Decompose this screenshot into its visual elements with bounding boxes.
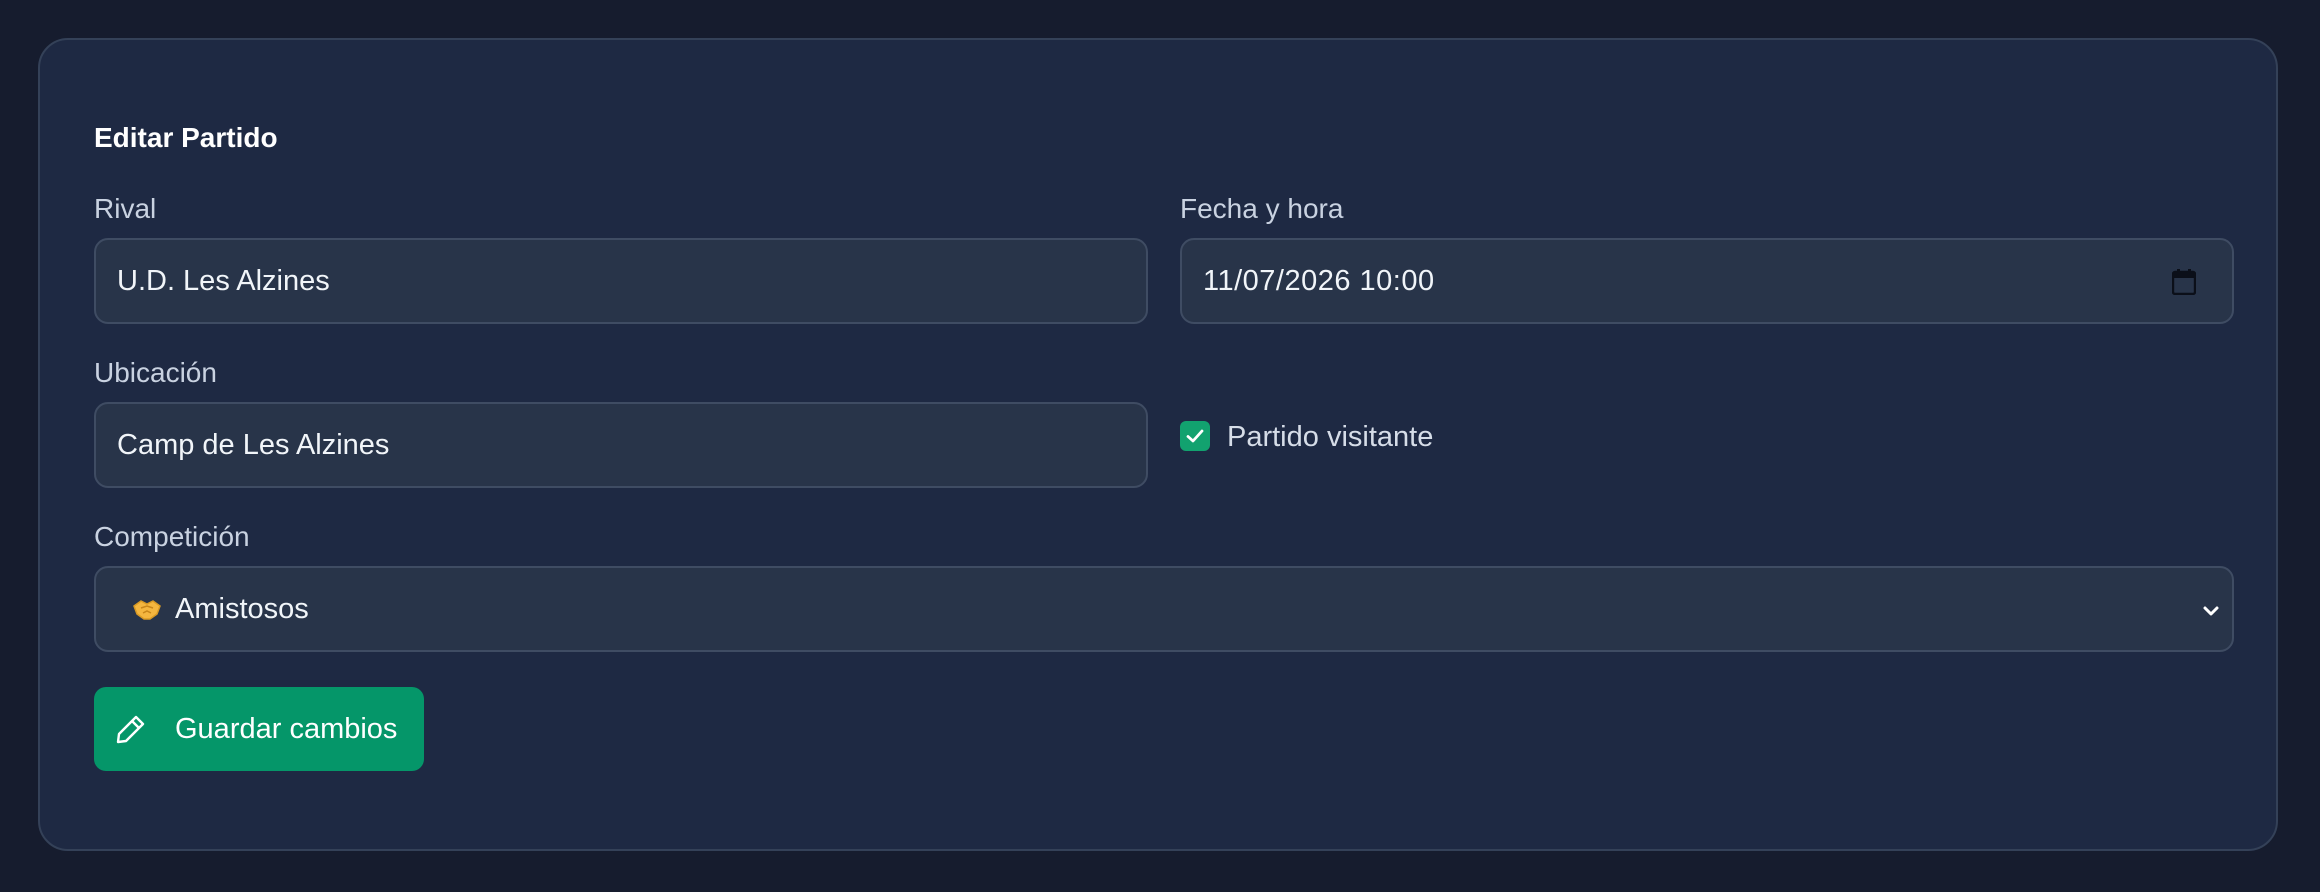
check-icon xyxy=(1186,429,1204,443)
datetime-input-value: 11/07/2026 10:00 xyxy=(1203,264,1435,297)
datetime-input[interactable]: 11/07/2026 10:00 xyxy=(1180,238,2234,324)
datetime-label: Fecha y hora xyxy=(1180,193,1344,224)
competition-selected-value: Amistosos xyxy=(175,592,309,625)
location-label: Ubicación xyxy=(94,357,217,388)
rival-label: Rival xyxy=(94,193,157,224)
chevron-down-icon xyxy=(2203,606,2219,616)
save-changes-button[interactable]: Guardar cambios xyxy=(94,687,424,771)
form-title: Editar Partido xyxy=(94,122,278,153)
rival-input-value: U.D. Les Alzines xyxy=(117,264,330,297)
rival-input[interactable]: U.D. Les Alzines xyxy=(94,238,1148,324)
location-input-value: Camp de Les Alzines xyxy=(117,428,390,461)
handshake-icon xyxy=(133,600,161,620)
edit-match-card: Editar Partido Rival U.D. Les Alzines Fe… xyxy=(38,38,2278,851)
calendar-icon[interactable] xyxy=(2172,269,2196,295)
away-match-checkbox[interactable] xyxy=(1180,421,1210,451)
location-input[interactable]: Camp de Les Alzines xyxy=(94,402,1148,488)
save-changes-label: Guardar cambios xyxy=(175,712,398,745)
pencil-icon xyxy=(116,715,145,744)
competition-label: Competición xyxy=(94,521,250,552)
competition-select[interactable]: Amistosos xyxy=(94,566,2234,652)
away-match-label[interactable]: Partido visitante xyxy=(1227,423,1433,452)
